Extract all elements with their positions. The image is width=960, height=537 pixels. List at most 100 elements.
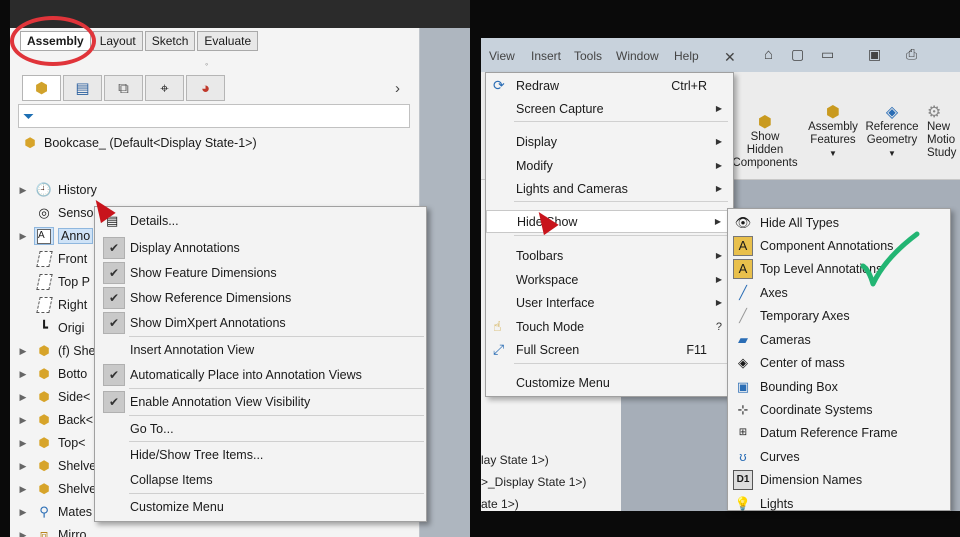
- submenu-item-datum-reference-frame[interactable]: ⊞ Datum Reference Frame: [728, 421, 950, 444]
- graphics-area[interactable]: [420, 28, 470, 537]
- menu-item-show-reference-dimensions[interactable]: ✔ Show Reference Dimensions: [95, 286, 426, 309]
- submenu-item-curves[interactable]: ʊ Curves: [728, 445, 950, 468]
- submenu-item-lights[interactable]: 💡 Lights: [728, 492, 950, 515]
- menu-item-insert-annotation-view[interactable]: Insert Annotation View: [95, 338, 426, 361]
- tree-item-right-plane[interactable]: Right: [16, 294, 87, 316]
- menu-item-screen-capture[interactable]: Screen Capture ▶: [486, 97, 733, 120]
- chevron-right-icon: ▶: [715, 161, 722, 170]
- expand-icon[interactable]: ▶: [16, 346, 30, 357]
- tree-item-part[interactable]: ▶ ⬢ Side<: [16, 386, 91, 408]
- menu-item-toolbars[interactable]: Toolbars ▶: [486, 244, 733, 267]
- expand-icon[interactable]: ▶: [16, 484, 30, 495]
- expand-icon[interactable]: ▶: [16, 530, 30, 537]
- expand-icon[interactable]: ▶: [16, 231, 30, 242]
- tree-item-part[interactable]: ▶ ⬢ Botto: [16, 363, 88, 385]
- plane-icon: [34, 296, 54, 314]
- menu-item-display-annotations[interactable]: ✔ Display Annotations: [95, 236, 426, 259]
- chevron-down-icon[interactable]: ▼: [888, 149, 896, 158]
- tree-item-top-plane[interactable]: Top P: [16, 271, 90, 293]
- expand-icon[interactable]: ▶: [16, 415, 30, 426]
- menu-item-redraw[interactable]: ⟳ Redraw Ctrl+R: [486, 74, 733, 97]
- submenu-item-coordinate-systems[interactable]: ⊹ Coordinate Systems: [728, 398, 950, 421]
- feature-manager-icon[interactable]: ⬢: [22, 75, 61, 101]
- menu-item-collapse[interactable]: Collapse Items: [95, 468, 426, 491]
- menu-item-customize[interactable]: Customize Menu: [95, 495, 426, 518]
- expand-icon[interactable]: ▶: [16, 185, 30, 196]
- tab-evaluate[interactable]: Evaluate: [197, 31, 259, 51]
- tree-item-part[interactable]: ▶ ⬢ Back<: [16, 409, 94, 431]
- submenu-item-cameras[interactable]: ▰ Cameras: [728, 328, 950, 351]
- submenu-item-temporary-axes[interactable]: ╱ Temporary Axes: [728, 304, 950, 327]
- menu-item-auto-place[interactable]: ✔ Automatically Place into Annotation Vie…: [95, 363, 426, 386]
- tree-root[interactable]: ⬢ Bookcase_ (Default<Display State-1>): [16, 134, 256, 152]
- menu-help[interactable]: Help: [674, 49, 699, 63]
- tree-item-annotations[interactable]: ▶ A Anno: [16, 225, 94, 247]
- submenu-item-bounding-box[interactable]: ▣ Bounding Box: [728, 375, 950, 398]
- expand-icon[interactable]: ▶: [16, 438, 30, 449]
- tree-item-origin[interactable]: ┗ Origi: [16, 317, 84, 339]
- menu-insert[interactable]: Insert: [531, 49, 561, 63]
- expand-icon[interactable]: ▶: [16, 461, 30, 472]
- reference-geometry-button[interactable]: ◈ Reference Geometry ▼: [864, 105, 920, 160]
- menu-item-go-to[interactable]: Go To...: [95, 417, 426, 440]
- full-screen-icon: ⤢: [493, 341, 505, 357]
- show-hidden-components-button[interactable]: ⬢ Show Hidden Components: [731, 114, 799, 170]
- tree-item-mirror[interactable]: ▶ ⧈ Mirro: [16, 524, 87, 537]
- print-icon[interactable]: ⎙: [906, 46, 917, 63]
- tree-item-part[interactable]: ▶ ⬢ Shelve: [16, 478, 97, 500]
- menu-item-show-feature-dimensions[interactable]: ✔ Show Feature Dimensions: [95, 261, 426, 284]
- menu-item-customize-menu[interactable]: Customize Menu: [486, 371, 733, 394]
- display-manager-icon[interactable]: ◕: [186, 75, 225, 101]
- axes-icon: ╱: [739, 284, 747, 300]
- menu-item-enable-visibility[interactable]: ✔ Enable Annotation View Visibility: [95, 390, 426, 413]
- chevron-right-icon[interactable]: ›: [395, 80, 400, 97]
- menu-view[interactable]: View: [489, 49, 515, 63]
- chevron-down-icon[interactable]: ▼: [829, 149, 837, 158]
- close-icon[interactable]: ✕: [724, 49, 736, 66]
- menu-item-hide-show[interactable]: Hide/Show ▶: [486, 210, 733, 233]
- new-file-icon[interactable]: ▢: [791, 46, 804, 63]
- expand-icon[interactable]: ▶: [16, 507, 30, 518]
- home-icon[interactable]: ⌂: [764, 46, 773, 63]
- tab-sketch[interactable]: Sketch: [144, 31, 196, 51]
- menu-item-hide-show-tree[interactable]: Hide/Show Tree Items...: [95, 443, 426, 466]
- chevron-right-icon: ▶: [715, 184, 722, 193]
- save-icon[interactable]: ▣: [868, 46, 881, 63]
- menu-item-show-dimxpert-annotations[interactable]: ✔ Show DimXpert Annotations: [95, 311, 426, 334]
- expand-icon[interactable]: ▶: [16, 392, 30, 403]
- menu-item-touch-mode[interactable]: ☝ Touch Mode?: [486, 315, 733, 338]
- expand-icon[interactable]: ▶: [16, 369, 30, 380]
- bounding-box-icon: ▣: [736, 378, 750, 394]
- menu-window[interactable]: Window: [616, 49, 659, 63]
- menu-item-user-interface[interactable]: User Interface ▶: [486, 291, 733, 314]
- motion-study-icon: ⚙: [927, 104, 942, 121]
- menu-item-modify[interactable]: Modify ▶: [486, 154, 733, 177]
- menu-item-full-screen[interactable]: ⤢ Full Screen F11: [486, 338, 733, 361]
- tree-item-mates[interactable]: ▶ ⚲ Mates: [16, 501, 93, 523]
- tree-item-front-plane[interactable]: Front: [16, 248, 87, 270]
- tree-item-history[interactable]: ▶ 🕘 History: [16, 179, 97, 201]
- menu-tools[interactable]: Tools: [574, 49, 602, 63]
- dimxpert-manager-icon[interactable]: ⌖: [145, 75, 184, 101]
- plane-icon: [34, 250, 54, 268]
- tab-layout[interactable]: Layout: [92, 31, 143, 51]
- check-icon: ✔: [103, 286, 125, 309]
- new-motion-study-button[interactable]: ⚙ New Motio Study: [927, 104, 960, 160]
- show-hidden-icon: ⬢: [758, 114, 772, 131]
- menu-item-lights-cameras[interactable]: Lights and Cameras ▶: [486, 177, 733, 200]
- open-folder-icon[interactable]: ▭: [821, 46, 834, 63]
- menu-item-details[interactable]: ▤ Details...: [95, 209, 426, 232]
- submenu-item-dimension-names[interactable]: D1 Dimension Names: [728, 468, 950, 491]
- tree-filter-input[interactable]: ⏷: [18, 104, 410, 128]
- menu-item-workspace[interactable]: Workspace ▶: [486, 268, 733, 291]
- splitter-handle[interactable]: ◦: [205, 59, 208, 69]
- property-manager-icon[interactable]: ▤: [63, 75, 102, 101]
- menu-item-display[interactable]: Display ▶: [486, 130, 733, 153]
- submenu-item-center-of-mass[interactable]: ◈ Center of mass: [728, 351, 950, 374]
- tree-item-part[interactable]: ▶ ⬢ (f) She: [16, 340, 96, 362]
- tree-item-part[interactable]: ▶ ⬢ Shelve: [16, 455, 97, 477]
- tree-item-part[interactable]: ▶ ⬢ Top<: [16, 432, 86, 454]
- datum-reference-frame-icon: ⊞: [738, 427, 748, 438]
- assembly-features-button[interactable]: ⬢ Assembly Features ▼: [807, 105, 859, 160]
- configuration-manager-icon[interactable]: ⧉: [104, 75, 143, 101]
